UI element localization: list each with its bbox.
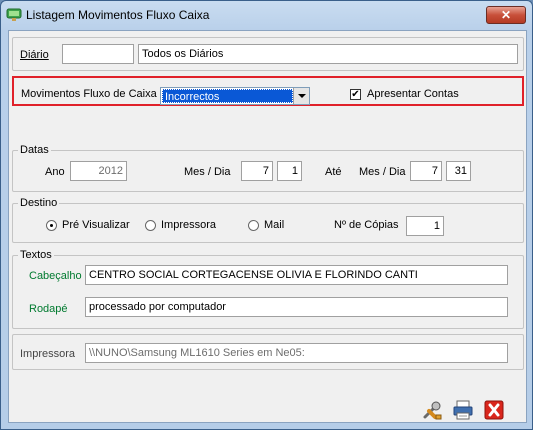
diario-name-field[interactable]: Todos os Diários: [138, 44, 518, 64]
to-mes-input[interactable]: 7: [410, 161, 442, 181]
window-title: Listagem Movimentos Fluxo Caixa: [26, 8, 210, 22]
ate-label: Até: [325, 166, 342, 178]
dialog-body: Diário Todos os Diários Movimentos Fluxo…: [8, 30, 527, 423]
copias-label: Nº de Cópias: [334, 219, 399, 231]
mes-dia-from-label: Mes / Dia: [184, 166, 231, 178]
ano-input[interactable]: 2012: [70, 161, 127, 181]
diario-group: Diário Todos os Diários: [12, 37, 524, 71]
rodape-label: Rodapé: [29, 303, 68, 315]
destino-group: Destino Pré Visualizar Impressora Mail N…: [12, 197, 524, 243]
window-close-button[interactable]: ✕: [486, 6, 526, 24]
impressora-label: Impressora: [20, 348, 76, 360]
datas-group: Datas Ano 2012 Mes / Dia 7 1 Até Mes / D…: [12, 144, 524, 192]
mail-radio[interactable]: [248, 220, 259, 231]
dialog-window: Listagem Movimentos Fluxo Caixa ✕ Diário…: [0, 0, 533, 430]
impressora-group: Impressora \\NUNO\Samsung ML1610 Series …: [12, 334, 524, 370]
copias-input[interactable]: 1: [406, 216, 444, 236]
textos-group: Textos Cabeçalho CENTRO SOCIAL CORTEGACE…: [12, 249, 524, 329]
textos-legend: Textos: [18, 249, 54, 261]
printer-icon[interactable]: [452, 399, 474, 421]
movimentos-selected-value: Incorrectos: [162, 89, 293, 103]
mail-label: Mail: [264, 219, 285, 231]
from-dia-input[interactable]: 1: [277, 161, 302, 181]
movimentos-select[interactable]: Incorrectos: [160, 87, 310, 105]
apresentar-contas-checkbox[interactable]: ✔: [350, 89, 361, 100]
movimentos-highlight: Movimentos Fluxo de Caixa Incorrectos ✔ …: [12, 76, 524, 106]
diario-code-input[interactable]: [62, 44, 134, 64]
tools-icon[interactable]: [421, 399, 443, 421]
impressora-field[interactable]: \\NUNO\Samsung ML1610 Series em Ne05:: [85, 343, 508, 363]
destino-legend: Destino: [18, 197, 60, 209]
cabecalho-input[interactable]: CENTRO SOCIAL CORTEGACENSE OLIVIA E FLOR…: [85, 265, 508, 285]
impressora-radio[interactable]: [145, 220, 156, 231]
title-bar[interactable]: Listagem Movimentos Fluxo Caixa ✕: [1, 1, 532, 29]
chevron-down-icon[interactable]: [293, 88, 309, 104]
app-icon: [6, 8, 22, 21]
mes-dia-to-label: Mes / Dia: [359, 166, 406, 178]
pre-visualizar-label: Pré Visualizar: [62, 219, 130, 231]
diario-label: Diário: [20, 49, 49, 61]
close-icon[interactable]: [483, 399, 505, 421]
datas-legend: Datas: [18, 144, 51, 156]
pre-visualizar-radio[interactable]: [46, 220, 57, 231]
from-mes-input[interactable]: 7: [241, 161, 273, 181]
apresentar-contas-label: Apresentar Contas: [367, 88, 459, 100]
movimentos-label: Movimentos Fluxo de Caixa: [21, 88, 157, 100]
cabecalho-label: Cabeçalho: [29, 270, 82, 282]
ano-label: Ano: [45, 166, 65, 178]
rodape-input[interactable]: processado por computador: [85, 297, 508, 317]
impressora-option-label: Impressora: [161, 219, 217, 231]
close-x-icon: ✕: [500, 8, 512, 22]
to-dia-input[interactable]: 31: [446, 161, 471, 181]
